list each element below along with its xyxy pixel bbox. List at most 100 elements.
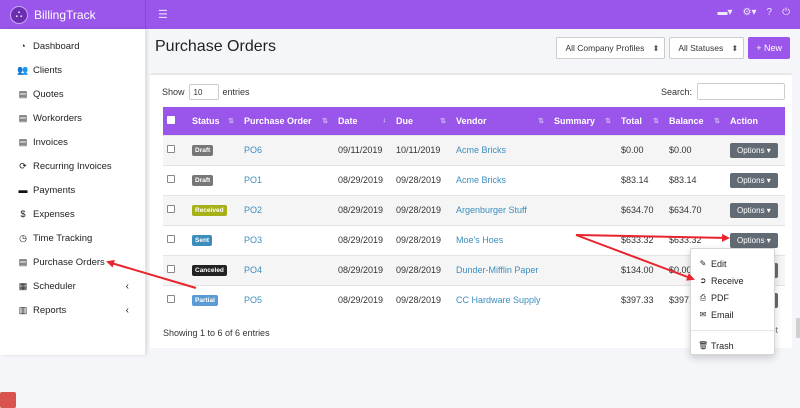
status-badge: Partial bbox=[192, 295, 218, 307]
sort-icon: ⇅ bbox=[538, 118, 544, 125]
vendor-link[interactable]: Acme Bricks bbox=[456, 175, 506, 185]
vendor-link[interactable]: Acme Bricks bbox=[456, 145, 506, 155]
page-size-control: Show 10 entries bbox=[162, 84, 250, 100]
sidebar-item-recurring-invoices[interactable]: ⟳ Recurring Invoices bbox=[0, 154, 145, 178]
vendor-cell[interactable]: Argenburger Stuff bbox=[452, 194, 550, 225]
user-icon[interactable]: ▬▾ bbox=[718, 7, 733, 18]
options-button[interactable]: Options ▾ bbox=[730, 142, 778, 158]
column-header-vendor[interactable]: Vendor ⇅ bbox=[452, 107, 550, 135]
po-link[interactable]: PO1 bbox=[244, 175, 262, 185]
top-icons: ▬▾ ⚙▾ ? ⏻ bbox=[718, 7, 791, 18]
menu-item-edit[interactable]: ✎ Edit bbox=[691, 255, 774, 272]
status-cell: Canceled bbox=[188, 254, 240, 285]
po-link[interactable]: PO2 bbox=[244, 205, 262, 215]
po-cell[interactable]: PO1 bbox=[240, 164, 334, 195]
action-cell: Options ▾ bbox=[726, 164, 785, 195]
po-cell[interactable]: PO4 bbox=[240, 254, 334, 285]
company-profile-select[interactable]: All Company Profiles bbox=[556, 37, 666, 59]
chart-icon: ▥ bbox=[18, 304, 28, 315]
total-cell: $83.14 bbox=[617, 164, 665, 195]
row-checkbox[interactable] bbox=[163, 164, 188, 195]
date-cell: 08/29/2019 bbox=[334, 194, 392, 225]
table-row: Draft PO1 08/29/2019 09/28/2019 Acme Bricks $… bbox=[163, 164, 785, 195]
options-button[interactable]: Options ▾ bbox=[730, 232, 778, 248]
edit-icon: ✎ bbox=[699, 259, 707, 268]
sidebar-item-label: Purchase Orders bbox=[33, 256, 105, 268]
scrollbar[interactable] bbox=[796, 318, 800, 338]
sidebar-item-payments[interactable]: ▬ Payments bbox=[0, 178, 145, 202]
sidebar-item-workorders[interactable]: ▤ Workorders bbox=[0, 106, 145, 130]
balance-cell: $634.70 bbox=[665, 194, 726, 225]
po-cell[interactable]: PO6 bbox=[240, 134, 334, 165]
status-select[interactable]: All Statuses bbox=[669, 37, 745, 59]
sidebar-item-quotes[interactable]: ▤ Quotes bbox=[0, 82, 145, 106]
column-header-due[interactable]: Due ⇅ bbox=[392, 107, 452, 135]
po-link[interactable]: PO4 bbox=[244, 265, 262, 275]
sort-desc-icon: ↓ bbox=[382, 117, 387, 124]
help-icon[interactable]: ? bbox=[767, 7, 773, 18]
row-checkbox[interactable] bbox=[163, 254, 188, 285]
po-cell[interactable]: PO3 bbox=[240, 224, 334, 255]
vendor-link[interactable]: CC Hardware Supply bbox=[456, 295, 541, 305]
po-cell[interactable]: PO5 bbox=[240, 284, 334, 315]
vendor-link[interactable]: Dunder-Mifflin Paper bbox=[456, 265, 538, 275]
search-input[interactable] bbox=[697, 83, 785, 100]
top-navbar: ⛬ BillingTrack ☰ ▬▾ ⚙▾ ? ⏻ bbox=[0, 0, 800, 29]
dollar-icon: $ bbox=[20, 209, 26, 219]
options-button[interactable]: Options ▾ bbox=[730, 172, 778, 188]
sidebar-item-time-tracking[interactable]: ◷ Time Tracking bbox=[0, 226, 145, 250]
menu-item-email[interactable]: ✉ Email bbox=[691, 306, 774, 323]
sidebar-item-clients[interactable]: 👥 Clients bbox=[0, 58, 145, 82]
status-cell: Sent bbox=[188, 224, 240, 255]
summary-cell bbox=[550, 224, 617, 255]
sidebar-item-purchase-orders[interactable]: ▤ Purchase Orders bbox=[0, 250, 145, 274]
menu-item-pdf[interactable]: ⎙ PDF bbox=[691, 289, 774, 306]
po-link[interactable]: PO3 bbox=[244, 235, 262, 245]
calendar-icon: ▦ bbox=[18, 280, 28, 291]
column-header-status[interactable]: Status ⇅ bbox=[188, 107, 240, 135]
envelope-icon: ✉ bbox=[699, 310, 707, 319]
due-cell: 09/28/2019 bbox=[392, 284, 452, 315]
vendor-cell[interactable]: Dunder-Mifflin Paper bbox=[452, 254, 550, 285]
power-icon[interactable]: ⏻ bbox=[782, 7, 790, 18]
balance-cell: $0.00 bbox=[665, 134, 726, 165]
menu-item-receive[interactable]: ➲ Receive bbox=[691, 272, 774, 289]
row-checkbox[interactable] bbox=[163, 224, 188, 255]
column-header-total[interactable]: Total ⇅ bbox=[617, 107, 665, 135]
options-button[interactable]: Options ▾ bbox=[730, 202, 778, 218]
vendor-cell[interactable]: Acme Bricks bbox=[452, 164, 550, 195]
page-size-select[interactable]: 10 bbox=[188, 84, 219, 100]
row-checkbox[interactable] bbox=[163, 134, 188, 165]
sidebar-item-expenses[interactable]: $ Expenses bbox=[0, 202, 145, 226]
brand[interactable]: ⛬ BillingTrack bbox=[0, 0, 146, 29]
column-header-balance[interactable]: Balance ⇅ bbox=[665, 107, 726, 135]
sidebar-item-reports[interactable]: ▥ Reports ‹ bbox=[0, 298, 145, 322]
vendor-cell[interactable]: Moe's Hoes bbox=[452, 224, 550, 255]
action-cell: Options ▾ bbox=[726, 134, 785, 165]
select-all-checkbox[interactable] bbox=[163, 107, 188, 135]
sidebar-item-invoices[interactable]: ▤ Invoices bbox=[0, 130, 145, 154]
row-checkbox[interactable] bbox=[163, 194, 188, 225]
total-cell: $633.32 bbox=[617, 224, 665, 255]
row-checkbox[interactable] bbox=[163, 284, 188, 315]
vendor-cell[interactable]: CC Hardware Supply bbox=[452, 284, 550, 315]
column-header-summary[interactable]: Summary ⇅ bbox=[550, 107, 617, 135]
po-link[interactable]: PO6 bbox=[244, 145, 262, 155]
po-link[interactable]: PO5 bbox=[244, 295, 262, 305]
column-header-date[interactable]: Date ↓ bbox=[334, 107, 392, 135]
menu-icon[interactable]: ☰ bbox=[158, 8, 168, 21]
gear-icon[interactable]: ⚙▾ bbox=[743, 7, 757, 18]
vendor-cell[interactable]: Acme Bricks bbox=[452, 134, 550, 165]
sidebar-item-dashboard[interactable]: ◔ Dashboard bbox=[0, 34, 145, 58]
file-icon: ▤ bbox=[18, 88, 28, 99]
new-button[interactable]: + New bbox=[748, 37, 790, 59]
po-cell[interactable]: PO2 bbox=[240, 194, 334, 225]
vendor-link[interactable]: Moe's Hoes bbox=[456, 235, 503, 245]
showing-info: Showing 1 to 6 of 6 entries bbox=[163, 328, 270, 338]
file-icon: ▤ bbox=[18, 256, 28, 267]
vendor-link[interactable]: Argenburger Stuff bbox=[456, 205, 527, 215]
menu-item-trash[interactable]: 🗑 Trash bbox=[691, 337, 774, 354]
sidebar-item-scheduler[interactable]: ▦ Scheduler ‹ bbox=[0, 274, 145, 298]
column-header-purchase-order[interactable]: Purchase Order ⇅ bbox=[240, 107, 334, 135]
date-cell: 08/29/2019 bbox=[334, 284, 392, 315]
